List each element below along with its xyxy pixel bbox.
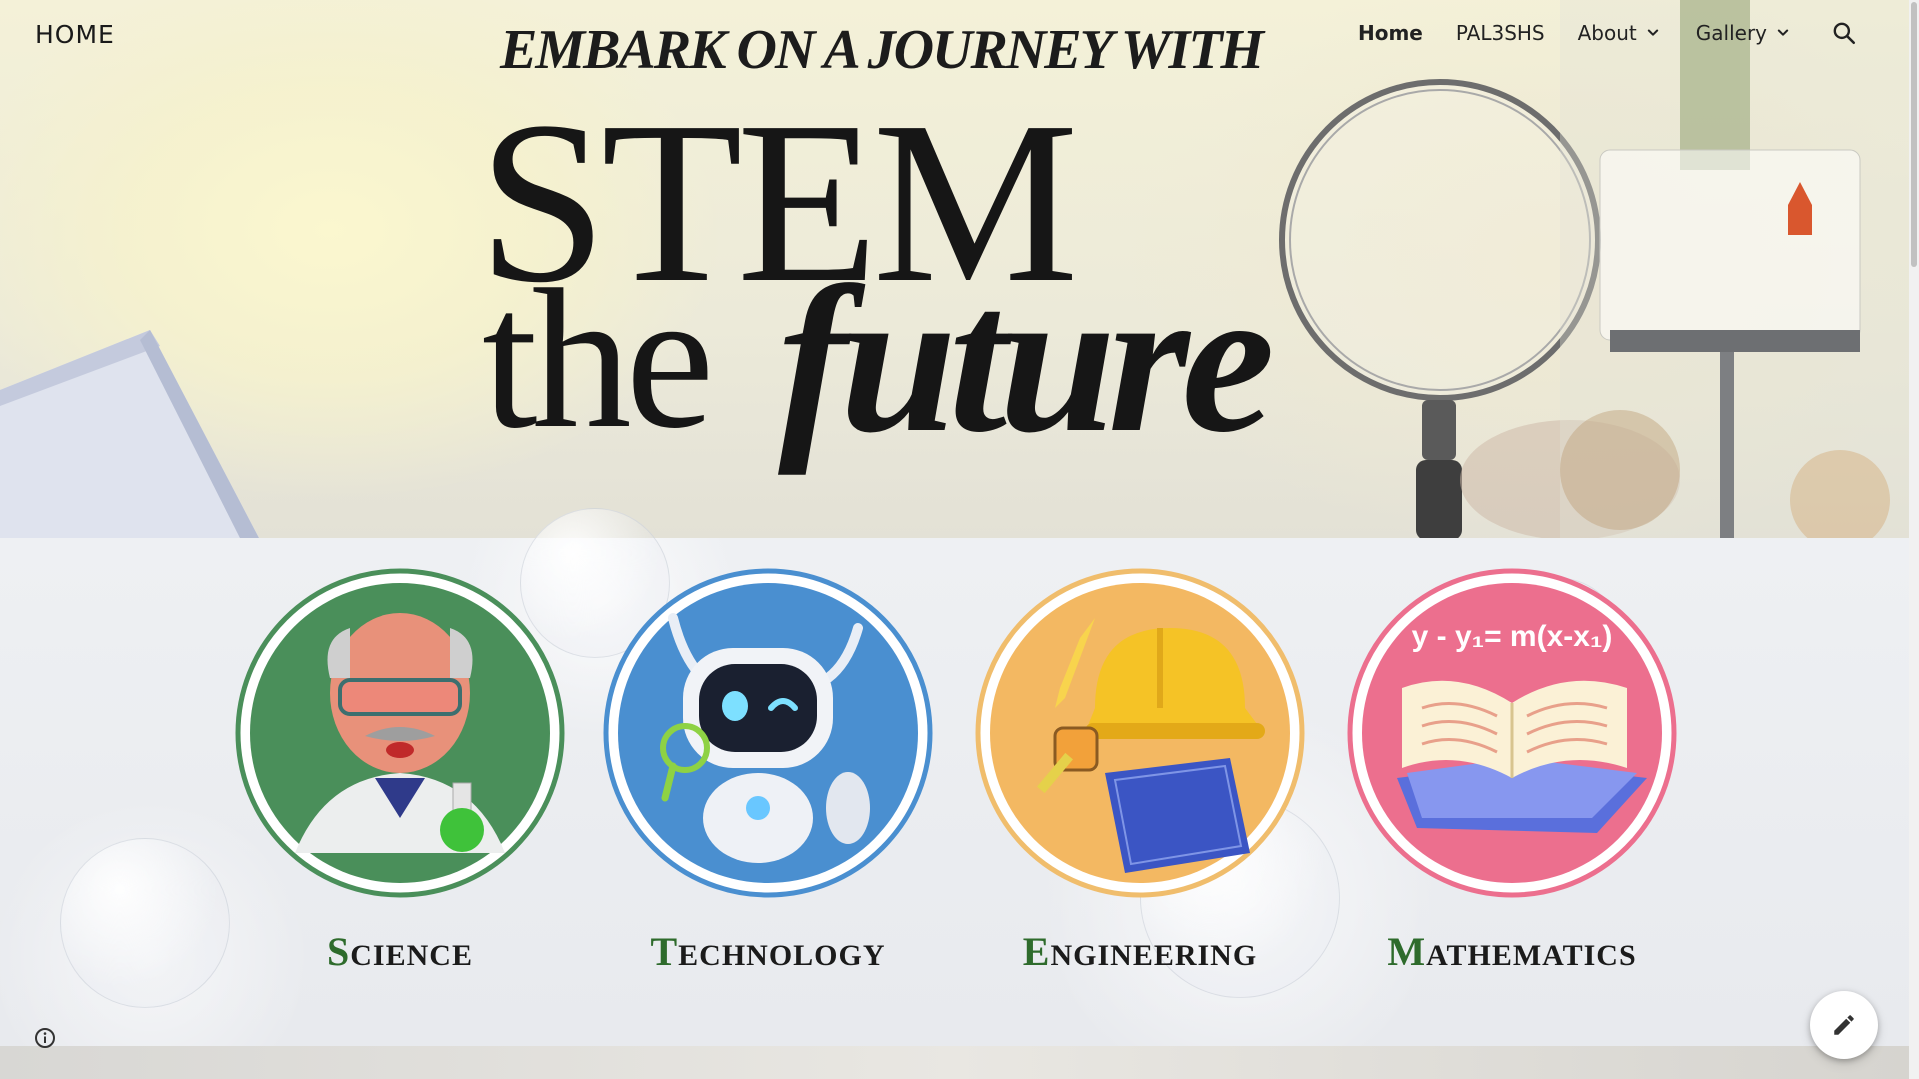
technology-label: TECHNOLOGY [598, 928, 938, 975]
book-icon: y - y₁= m(x-x₁) [1347, 568, 1677, 898]
stem-section: SCIENCE TECHNOLOGY ENGINEERING y - y₁= m… [0, 508, 1909, 1046]
nav-item-label: PAL3SHS [1455, 21, 1545, 45]
lab-equipment-decoration [1560, 0, 1909, 538]
nav-item-label: About [1577, 21, 1637, 45]
engineering-label: ENGINEERING [970, 928, 1310, 975]
site-info-button[interactable] [30, 1023, 60, 1053]
technology-circle[interactable] [603, 568, 933, 898]
nav-item-label: Gallery [1695, 21, 1767, 45]
nav-item-home[interactable]: Home [1358, 21, 1423, 45]
nav-item-gallery[interactable]: Gallery [1696, 21, 1793, 45]
hardhat-icon [975, 568, 1305, 898]
page: EMBARK ON A JOURNEY WITH STEM the future… [0, 0, 1919, 1079]
next-section-preview [0, 1046, 1909, 1079]
math-formula: y - y₁= m(x-x₁) [1412, 620, 1613, 653]
stem-card-technology[interactable]: TECHNOLOGY [598, 568, 938, 975]
chevron-down-icon[interactable] [1643, 23, 1663, 43]
chevron-down-icon[interactable] [1773, 23, 1793, 43]
stem-card-engineering[interactable]: ENGINEERING [970, 568, 1310, 975]
label-initial: S [327, 929, 351, 974]
search-icon [1833, 22, 1856, 45]
scrollbar-thumb[interactable] [1911, 2, 1917, 267]
bubble-decoration [60, 838, 230, 1008]
scientist-icon [235, 568, 565, 898]
search-button[interactable] [1829, 18, 1859, 48]
label-initial: M [1387, 929, 1427, 974]
label-initial: T [650, 929, 679, 974]
pencil-icon [1834, 1015, 1854, 1035]
mathematics-circle[interactable]: y - y₁= m(x-x₁) [1347, 568, 1677, 898]
mathematics-label: MATHEMATICS [1342, 928, 1682, 975]
label-rest: CIENCE [350, 939, 473, 972]
science-circle[interactable] [235, 568, 565, 898]
info-icon [35, 1028, 55, 1048]
engineering-circle[interactable] [975, 568, 1305, 898]
label-rest: ATHEMATICS [1426, 939, 1637, 972]
hero-headline-the: the [482, 249, 714, 470]
stem-card-mathematics[interactable]: y - y₁= m(x-x₁) MATHEMATICS [1342, 568, 1682, 975]
hero-headline-future: future [778, 244, 1275, 476]
science-label: SCIENCE [230, 928, 570, 975]
hero-banner: EMBARK ON A JOURNEY WITH STEM the future [0, 0, 1909, 538]
label-rest: NGINEERING [1050, 939, 1258, 972]
label-initial: E [1022, 929, 1051, 974]
nav-item-about[interactable]: About [1578, 21, 1663, 45]
edit-button[interactable] [1810, 991, 1878, 1059]
robot-icon [603, 568, 933, 898]
nav-item-pal3shs[interactable]: PAL3SHS [1456, 21, 1545, 45]
nav-links: Home PAL3SHS About Gallery [1325, 18, 1859, 48]
page-scrollbar[interactable] [1909, 0, 1919, 1079]
top-navigation: HOME Home PAL3SHS About Gallery [0, 0, 1909, 70]
stem-card-science[interactable]: SCIENCE [230, 568, 570, 975]
nav-item-label: Home [1357, 21, 1423, 45]
site-title-link[interactable]: HOME [35, 20, 115, 49]
label-rest: ECHNOLOGY [678, 939, 886, 972]
clipboard-decoration [0, 330, 259, 538]
